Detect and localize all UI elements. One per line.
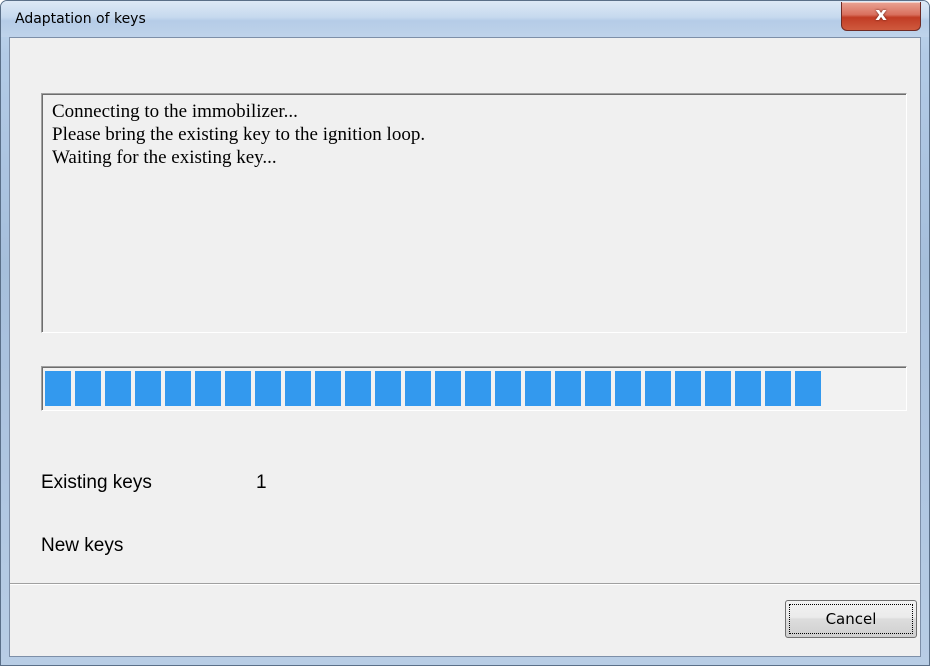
existing-keys-label: Existing keys xyxy=(41,472,152,493)
progress-bar-fill xyxy=(45,371,822,406)
footer-separator xyxy=(10,583,920,585)
status-log-line: Connecting to the immobilizer... xyxy=(52,101,298,122)
close-icon: x xyxy=(875,4,887,25)
title-bar[interactable]: Adaptation of keys x xyxy=(1,1,929,37)
new-keys-label: New keys xyxy=(41,535,124,556)
dialog-content: Connecting to the immobilizer... Please … xyxy=(9,37,921,657)
status-log-line: Waiting for the existing key... xyxy=(52,147,277,168)
cancel-button-label: Cancel xyxy=(789,604,913,634)
progress-bar xyxy=(41,366,907,411)
existing-keys-count: 1 xyxy=(256,472,267,493)
cancel-button[interactable]: Cancel xyxy=(785,600,917,638)
window-title: Adaptation of keys xyxy=(15,11,146,27)
close-button[interactable]: x xyxy=(841,2,921,31)
dialog-window: Adaptation of keys x Connecting to the i… xyxy=(0,0,930,666)
status-log: Connecting to the immobilizer... Please … xyxy=(41,93,907,333)
status-log-line: Please bring the existing key to the ign… xyxy=(52,124,426,145)
